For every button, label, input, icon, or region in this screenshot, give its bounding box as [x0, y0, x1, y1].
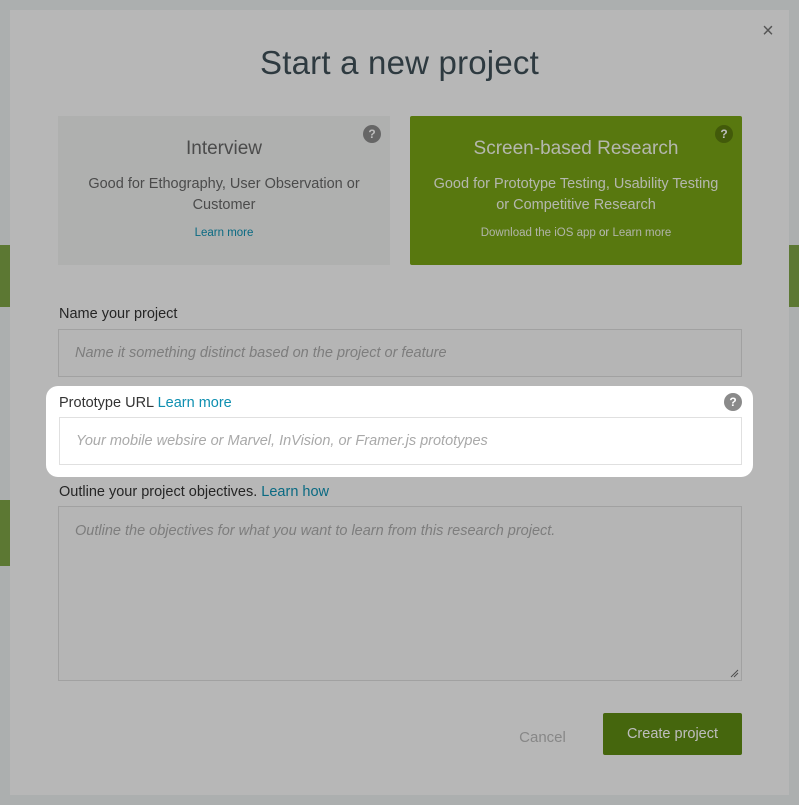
download-ios-app-link[interactable]: Download the iOS app: [481, 227, 596, 239]
card-description: Good for Prototype Testing, Usability Te…: [433, 176, 719, 213]
card-title: Screen-based Research: [473, 138, 679, 159]
objectives-label: Outline your project objectives. Learn h…: [59, 484, 329, 500]
link-joiner: or: [599, 227, 610, 239]
help-icon[interactable]: ?: [715, 125, 733, 143]
prototype-url-section: Prototype URL Learn more ?: [46, 386, 753, 477]
prototype-url-label-text: Prototype URL: [59, 395, 154, 411]
help-icon[interactable]: ?: [363, 125, 381, 143]
card-title: Interview: [185, 138, 263, 159]
screen-learn-more-link[interactable]: Learn more: [612, 227, 671, 239]
objectives-textarea[interactable]: [58, 506, 742, 681]
prototype-learn-more-link[interactable]: Learn more: [158, 395, 232, 411]
dialog-title: Start a new project: [260, 44, 539, 81]
cancel-button[interactable]: Cancel: [505, 724, 580, 750]
close-icon[interactable]: ×: [759, 20, 777, 42]
learn-how-link[interactable]: Learn how: [261, 484, 329, 500]
card-description: Good for Ethography, User Observation or…: [88, 176, 360, 213]
objectives-label-text: Outline your project objectives.: [59, 484, 258, 500]
card-links: Download the iOS app or Learn more: [410, 227, 742, 239]
resize-grip-icon[interactable]: [729, 668, 739, 678]
create-project-button[interactable]: Create project: [603, 713, 742, 755]
screen-based-research-card[interactable]: ? Screen-based Research Good for Prototy…: [410, 116, 742, 265]
prototype-url-label: Prototype URL Learn more: [59, 395, 232, 411]
project-name-label: Name your project: [59, 306, 178, 322]
help-icon[interactable]: ?: [724, 393, 742, 411]
interview-learn-more-link[interactable]: Learn more: [58, 227, 390, 239]
prototype-url-input[interactable]: [59, 417, 742, 465]
project-name-input[interactable]: [58, 329, 742, 377]
interview-card[interactable]: ? Interview Good for Ethography, User Ob…: [58, 116, 390, 265]
